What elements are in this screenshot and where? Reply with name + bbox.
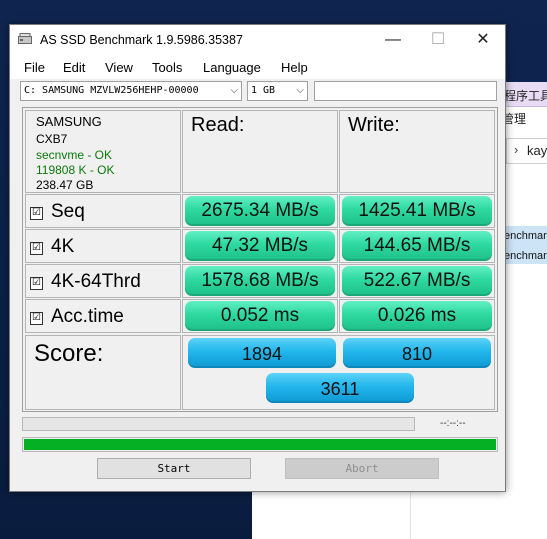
test-label-cell: ☑ 4K — [25, 229, 181, 263]
test-checkbox-acc-time[interactable]: ☑ Acc.time — [30, 306, 124, 328]
write-header: Write: — [348, 114, 400, 136]
test-label-cell: ☑ Seq — [25, 194, 181, 228]
drive-alignment-status: 119808 K - OK — [36, 163, 115, 177]
test-label-cell: ☑ 4K-64Thrd — [25, 264, 181, 298]
test-checkbox-seq[interactable]: ☑ Seq — [30, 201, 85, 223]
score-write-value: 810 — [343, 338, 491, 368]
drive-driver-status: secnvme - OK — [36, 148, 113, 162]
checkbox-icon: ☑ — [30, 242, 43, 255]
drive-select[interactable]: C: SAMSUNG MZVLW256HEHP-00000 ⌵ — [20, 81, 242, 101]
seq-write-value: 1425.41 MB/s — [342, 196, 492, 226]
4k-64thrd-write-value: 522.67 MB/s — [342, 266, 492, 296]
chevron-right-icon: › — [514, 142, 519, 157]
menu-view[interactable]: View — [105, 60, 133, 75]
drive-icon — [18, 33, 32, 44]
result-cell: 1578.68 MB/s — [182, 264, 338, 298]
info-textbox[interactable] — [314, 81, 497, 101]
window-title: AS SSD Benchmark 1.9.5986.35387 — [40, 33, 243, 47]
start-button[interactable]: Start — [97, 458, 251, 479]
as-ssd-window: AS SSD Benchmark 1.9.5986.35387 — ☐ ✕ Fi… — [9, 24, 506, 492]
test-checkbox-4k-64thrd[interactable]: ☑ 4K-64Thrd — [30, 271, 141, 293]
background-list-item: enchmar — [504, 230, 547, 242]
read-header-cell: Read: — [182, 110, 338, 193]
checkbox-icon: ☑ — [30, 312, 43, 325]
maximize-button[interactable]: ☐ — [415, 25, 461, 55]
acc-time-write-value: 0.026 ms — [342, 301, 492, 331]
result-cell: 2675.34 MB/s — [182, 194, 338, 228]
test-label: 4K-64Thrd — [51, 271, 141, 292]
menu-file[interactable]: File — [24, 60, 45, 75]
abort-button[interactable]: Abort — [285, 458, 439, 479]
background-address-text: kay — [527, 143, 547, 158]
chevron-down-icon: ⌵ — [296, 85, 304, 96]
seq-read-value: 2675.34 MB/s — [185, 196, 335, 226]
background-address-bar[interactable]: › kay — [506, 138, 547, 164]
result-cell: 144.65 MB/s — [339, 229, 495, 263]
score-panel: 1894 810 3611 — [182, 335, 495, 410]
4k-64thrd-read-value: 1578.68 MB/s — [185, 266, 335, 296]
checkbox-icon: ☑ — [30, 277, 43, 290]
results-grid: SAMSUNG CXB7 secnvme - OK 119808 K - OK … — [22, 107, 498, 412]
size-select[interactable]: 1 GB ⌵ — [247, 81, 308, 101]
drive-info-panel: SAMSUNG CXB7 secnvme - OK 119808 K - OK … — [25, 110, 181, 193]
result-cell: 0.052 ms — [182, 299, 338, 333]
title-bar[interactable]: AS SSD Benchmark 1.9.5986.35387 — ☐ ✕ — [10, 25, 505, 55]
score-total-value: 3611 — [266, 373, 414, 403]
drive-capacity: 238.47 GB — [36, 178, 94, 192]
minimize-button[interactable]: — — [370, 25, 416, 55]
elapsed-timer: --:--:-- — [440, 418, 466, 429]
background-selected-items[interactable]: enchmar enchmar — [502, 226, 547, 264]
test-label: Acc.time — [51, 306, 124, 327]
result-cell: 1425.41 MB/s — [339, 194, 495, 228]
test-label: Seq — [51, 201, 85, 222]
result-cell: 0.026 ms — [339, 299, 495, 333]
background-ribbon-tab[interactable]: 程序工具 — [502, 82, 547, 107]
test-checkbox-4k[interactable]: ☑ 4K — [30, 236, 74, 258]
size-select-value: 1 GB — [251, 85, 276, 96]
score-read-value: 1894 — [188, 338, 336, 368]
checkbox-icon: ☑ — [30, 207, 43, 220]
menu-help[interactable]: Help — [281, 60, 308, 75]
result-cell: 522.67 MB/s — [339, 264, 495, 298]
chevron-down-icon: ⌵ — [230, 85, 238, 96]
close-button[interactable]: ✕ — [460, 25, 506, 55]
score-label: Score: — [34, 340, 104, 367]
drive-firmware: CXB7 — [36, 132, 68, 146]
acc-time-read-value: 0.052 ms — [185, 301, 335, 331]
overall-progress-bar — [22, 437, 498, 452]
result-cell: 47.32 MB/s — [182, 229, 338, 263]
menu-edit[interactable]: Edit — [63, 60, 85, 75]
menu-bar: File Edit View Tools Language Help — [10, 55, 505, 79]
4k-write-value: 144.65 MB/s — [342, 231, 492, 261]
read-header: Read: — [191, 114, 245, 136]
overall-progress-fill — [24, 439, 496, 450]
score-label-cell: Score: — [25, 335, 181, 410]
test-progress-bar — [22, 417, 415, 431]
test-label: 4K — [51, 236, 75, 257]
background-list-item: enchmar — [504, 250, 547, 262]
drive-select-value: C: SAMSUNG MZVLW256HEHP-00000 — [24, 85, 199, 96]
menu-tools[interactable]: Tools — [152, 60, 182, 75]
write-header-cell: Write: — [339, 110, 495, 193]
test-label-cell: ☑ Acc.time — [25, 299, 181, 333]
4k-read-value: 47.32 MB/s — [185, 231, 335, 261]
background-ribbon-text: 程序工具 — [504, 89, 547, 103]
menu-language[interactable]: Language — [203, 60, 261, 75]
drive-vendor: SAMSUNG — [36, 114, 102, 129]
